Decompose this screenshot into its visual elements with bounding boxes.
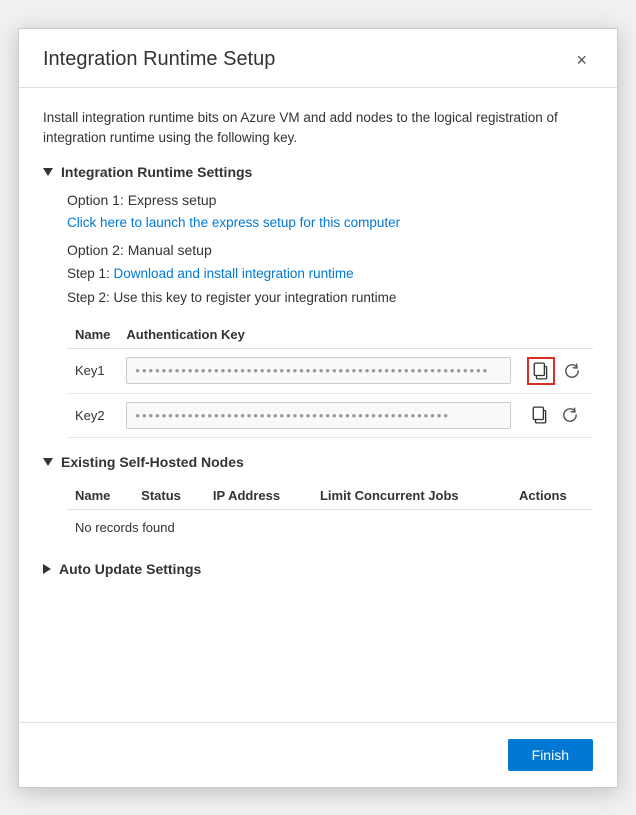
nodes-col-actions: Actions [511, 482, 593, 510]
option2-block: Option 2: Manual setup Step 1: Download … [67, 242, 593, 309]
option1-block: Option 1: Express setup Click here to la… [67, 192, 593, 230]
no-records-text: No records found [67, 509, 593, 545]
close-button[interactable]: × [570, 47, 593, 73]
integration-runtime-settings-content: Option 1: Express setup Click here to la… [43, 192, 593, 438]
key2-row: Key2 [67, 393, 593, 437]
key1-action-buttons [527, 357, 585, 385]
nodes-table: Name Status IP Address Limit Concurrent … [67, 482, 593, 545]
integration-runtime-settings-header[interactable]: Integration Runtime Settings [43, 164, 593, 180]
finish-button[interactable]: Finish [508, 739, 593, 771]
auto-update-header[interactable]: Auto Update Settings [43, 561, 593, 577]
key1-name: Key1 [67, 348, 118, 393]
key1-value-cell [118, 348, 519, 393]
existing-nodes-header[interactable]: Existing Self-Hosted Nodes [43, 454, 593, 470]
step1-prefix: Step 1: [67, 266, 114, 281]
modal-body: Install integration runtime bits on Azur… [19, 88, 617, 722]
col-name-header: Name [67, 321, 118, 349]
integration-runtime-settings-section: Integration Runtime Settings Option 1: E… [43, 164, 593, 438]
key2-copy-button[interactable] [527, 402, 553, 428]
nodes-col-name: Name [67, 482, 133, 510]
key2-name: Key2 [67, 393, 118, 437]
no-records-row: No records found [67, 509, 593, 545]
nodes-col-ip: IP Address [205, 482, 312, 510]
expand-icon-autoupdate [43, 564, 51, 574]
keys-table: Name Authentication Key Key1 [67, 321, 593, 438]
key2-input[interactable] [126, 402, 511, 429]
step2-text: Step 2: Use this key to register your in… [67, 288, 593, 308]
auto-update-title: Auto Update Settings [59, 561, 201, 577]
copy-icon [532, 362, 550, 380]
nodes-col-status: Status [133, 482, 205, 510]
download-link[interactable]: Download and install integration runtime [114, 266, 354, 281]
existing-nodes-section: Existing Self-Hosted Nodes Name Status I… [43, 454, 593, 545]
key1-actions [519, 348, 593, 393]
key2-value-cell [118, 393, 519, 437]
step1-text: Step 1: Download and install integration… [67, 264, 593, 284]
key1-row: Key1 [67, 348, 593, 393]
existing-nodes-title: Existing Self-Hosted Nodes [61, 454, 244, 470]
key1-input[interactable] [126, 357, 511, 384]
option2-label: Option 2: Manual setup [67, 242, 593, 258]
copy-icon [531, 406, 549, 424]
option1-label: Option 1: Express setup [67, 192, 593, 208]
key2-refresh-button[interactable] [557, 402, 583, 428]
modal-title: Integration Runtime Setup [43, 48, 275, 71]
intro-text: Install integration runtime bits on Azur… [43, 108, 593, 149]
col-key-header: Authentication Key [118, 321, 519, 349]
refresh-icon [561, 406, 579, 424]
auto-update-section: Auto Update Settings [43, 561, 593, 577]
modal-footer: Finish [19, 722, 617, 787]
integration-runtime-setup-modal: Integration Runtime Setup × Install inte… [18, 28, 618, 788]
collapse-icon-nodes [43, 458, 53, 466]
modal-header: Integration Runtime Setup × [19, 29, 617, 88]
key1-copy-button[interactable] [527, 357, 555, 385]
key2-actions [519, 393, 593, 437]
nodes-col-concurrent: Limit Concurrent Jobs [312, 482, 511, 510]
refresh-icon [563, 362, 581, 380]
existing-nodes-content: Name Status IP Address Limit Concurrent … [43, 482, 593, 545]
express-setup-link[interactable]: Click here to launch the express setup f… [67, 215, 400, 230]
collapse-icon [43, 168, 53, 176]
key2-action-buttons [527, 402, 585, 428]
key1-refresh-button[interactable] [559, 358, 585, 384]
integration-runtime-settings-title: Integration Runtime Settings [61, 164, 252, 180]
